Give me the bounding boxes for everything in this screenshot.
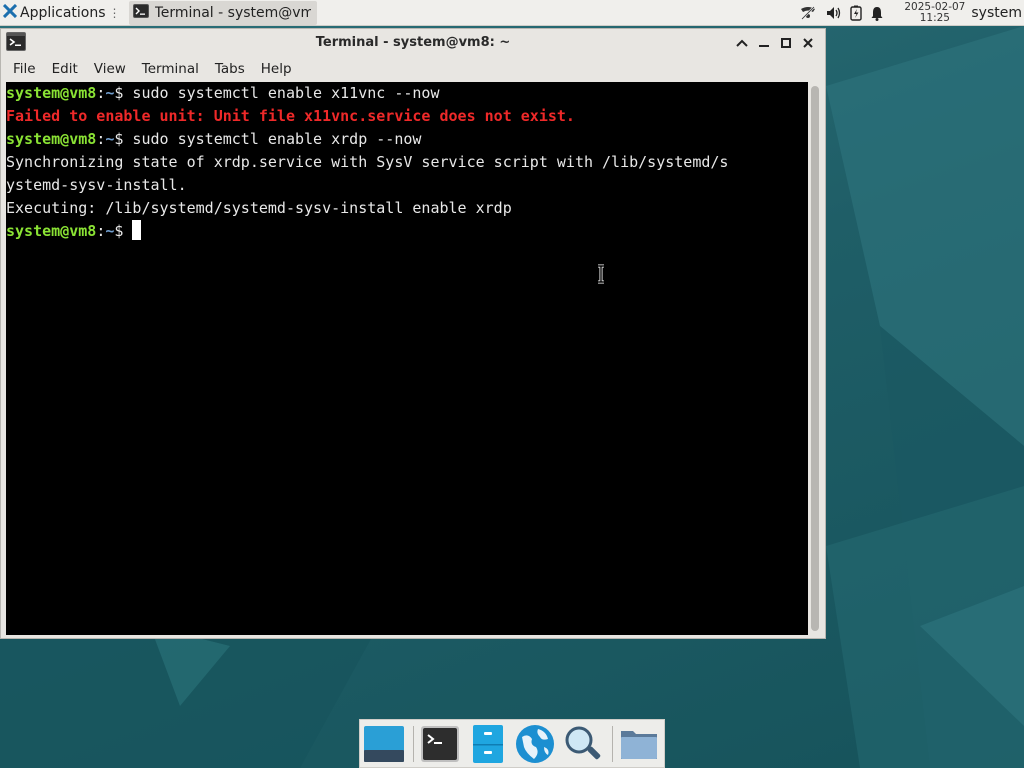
window-close-button[interactable] — [797, 33, 819, 53]
show-desktop-button[interactable] — [362, 721, 406, 767]
terminal-window: Terminal - system@vm8: ~ File Edit View … — [0, 28, 826, 639]
text-cursor-pointer-icon — [596, 264, 606, 288]
applications-menu-button[interactable]: Applications ⋮ — [0, 0, 125, 26]
dock-separator — [611, 725, 613, 762]
window-titlebar[interactable]: Terminal - system@vm8: ~ — [1, 29, 825, 56]
dock-app-finder-button[interactable] — [560, 721, 604, 767]
menu-tabs[interactable]: Tabs — [207, 61, 253, 77]
show-desktop-icon — [364, 725, 405, 762]
close-icon — [803, 38, 813, 48]
terminal-cursor — [132, 220, 142, 240]
terminal-line: Executing: /lib/systemd/systemd-sysv-ins… — [6, 197, 808, 220]
command-text: sudo systemctl enable xrdp --now — [123, 130, 422, 148]
folder-icon — [620, 730, 657, 759]
window-minimize-button[interactable] — [753, 33, 775, 53]
prompt-user-host: system@vm8 — [6, 84, 97, 102]
taskbar-terminal-button[interactable]: Terminal - system@vm... — [128, 0, 317, 25]
top-panel: Applications ⋮ Terminal - system@vm... 2… — [0, 0, 1024, 26]
dock-panel — [359, 719, 665, 768]
terminal-output[interactable]: system@vm8:~$ sudo systemctl enable x11v… — [6, 82, 808, 635]
dock-web-browser-button[interactable] — [513, 721, 557, 767]
menu-bar: File Edit View Terminal Tabs Help — [1, 56, 825, 82]
dock-separator — [413, 725, 415, 762]
terminal-icon — [132, 3, 149, 22]
separator-handle-icon: ⋮ — [108, 5, 121, 20]
terminal-line: ystemd-sysv-install. — [6, 174, 808, 197]
output-text: Executing: /lib/systemd/systemd-sysv-ins… — [6, 199, 512, 217]
dock-file-manager-button[interactable] — [466, 721, 510, 767]
dock-terminal-button[interactable] — [418, 721, 462, 767]
applications-label: Applications — [20, 4, 106, 21]
window-title: Terminal - system@vm8: ~ — [315, 35, 511, 50]
prompt-user-host: system@vm8 — [6, 222, 97, 240]
dock-home-folder-button[interactable] — [617, 721, 661, 767]
network-icon[interactable] — [798, 5, 818, 21]
output-text: ystemd-sysv-install. — [6, 176, 187, 194]
terminal-line: Synchronizing state of xrdp.service with… — [6, 151, 808, 174]
terminal-line: system@vm8:~$ sudo systemctl enable x11v… — [6, 82, 808, 105]
menu-file[interactable]: File — [5, 61, 44, 77]
command-text: sudo systemctl enable x11vnc --now — [123, 84, 440, 102]
command-text — [123, 222, 132, 240]
taskbar-terminal-label: Terminal - system@vm... — [154, 4, 311, 21]
terminal-icon — [421, 725, 460, 762]
notifications-icon[interactable] — [870, 6, 884, 21]
scrollbar-thumb[interactable] — [811, 86, 819, 631]
system-tray: 2025-02-07 11:25 system — [794, 0, 1024, 26]
menu-view[interactable]: View — [86, 61, 134, 77]
battery-icon[interactable] — [850, 5, 863, 21]
prompt-separator: : — [96, 222, 106, 240]
clock-time: 11:25 — [919, 12, 950, 24]
terminal-line: system@vm8:~$ sudo systemctl enable xrdp… — [6, 128, 808, 151]
window-shade-button[interactable] — [731, 33, 753, 53]
prompt-user-host: system@vm8 — [6, 130, 97, 148]
terminal-line: Failed to enable unit: Unit file x11vnc.… — [6, 105, 808, 128]
user-menu-button[interactable]: system — [971, 5, 1022, 21]
volume-icon[interactable] — [826, 6, 842, 20]
prompt-separator: : — [96, 84, 106, 102]
menu-edit[interactable]: Edit — [44, 61, 86, 77]
maximize-icon — [781, 38, 791, 48]
xfce-logo-icon — [2, 3, 18, 22]
file-cabinet-icon — [472, 724, 503, 763]
menu-help[interactable]: Help — [253, 61, 300, 77]
magnifier-icon — [565, 726, 600, 759]
output-text: Synchronizing state of xrdp.service with… — [6, 153, 729, 171]
terminal-scrollbar[interactable] — [808, 82, 822, 635]
minimize-icon — [759, 45, 769, 47]
window-maximize-button[interactable] — [775, 33, 797, 53]
clock[interactable]: 2025-02-07 11:25 — [904, 2, 965, 24]
error-text: Failed to enable unit: Unit file x11vnc.… — [6, 107, 575, 125]
terminal-line: system@vm8:~$ — [6, 220, 808, 243]
globe-icon — [516, 724, 555, 763]
chevron-up-icon — [736, 39, 748, 47]
menu-terminal[interactable]: Terminal — [134, 61, 207, 77]
prompt-separator: : — [96, 130, 106, 148]
